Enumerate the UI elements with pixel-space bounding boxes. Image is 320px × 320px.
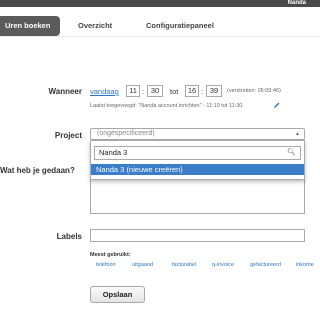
last-added-text: Laatst toegevoegd: "Nanda account inrich…: [90, 103, 244, 109]
select-arrow-icon: ▲: [295, 131, 300, 137]
start-hour-input[interactable]: 11: [126, 85, 140, 97]
brand-name: Nanda: [287, 0, 306, 6]
tag-gefactureerd[interactable]: gefactureerd: [250, 262, 281, 268]
end-minute-input[interactable]: 39: [206, 85, 222, 97]
project-select[interactable]: (ongespecificeerd) ▲: [90, 128, 305, 140]
labels-label: Labels: [56, 232, 82, 241]
done-label: Wat heb je gedaan?: [0, 166, 75, 175]
tab-overzicht[interactable]: Overzicht: [78, 16, 112, 36]
start-minute-input[interactable]: 30: [147, 85, 163, 97]
labels-input[interactable]: [90, 229, 305, 242]
end-hour-input[interactable]: 16: [185, 85, 199, 97]
tab-bar: Uren boeken Overzicht Configuratiepaneel: [0, 16, 320, 36]
tab-divider: [0, 36, 320, 37]
save-button[interactable]: Opslaan: [90, 286, 145, 303]
project-dropdown: Nanda 3 🔍︎ Nanda 3 (nieuwe creëren): [90, 140, 305, 180]
project-select-value: (ongespecificeerd): [97, 130, 155, 137]
tab-uren-boeken[interactable]: Uren boeken: [0, 16, 60, 36]
tag-q-invoice[interactable]: q-invoice: [212, 262, 234, 268]
to-label: tot: [170, 87, 179, 96]
when-label: Wanneer: [48, 87, 83, 96]
today-link[interactable]: vandaag: [90, 87, 119, 96]
project-search-input[interactable]: Nanda 3 🔍︎: [94, 146, 301, 160]
project-option-create[interactable]: Nanda 3 (nieuwe creëren): [91, 164, 304, 175]
most-used-label: Meest gebruikt:: [90, 252, 131, 258]
tag-facturabel[interactable]: facturabel: [172, 262, 196, 268]
tag-uitgaand[interactable]: uitgaand: [132, 262, 153, 268]
top-bar: Nanda: [0, 0, 320, 7]
project-label: Project: [54, 131, 82, 140]
tag-inkome[interactable]: inkome: [296, 262, 314, 268]
elapsed-text: (verstreken: 05:09:46): [227, 88, 281, 94]
search-icon: 🔍︎: [287, 149, 296, 156]
tag-telefoon[interactable]: telefoon: [96, 262, 116, 268]
tab-configuratiepaneel[interactable]: Configuratiepaneel: [146, 16, 214, 36]
edit-pencil-icon[interactable]: [273, 101, 281, 109]
